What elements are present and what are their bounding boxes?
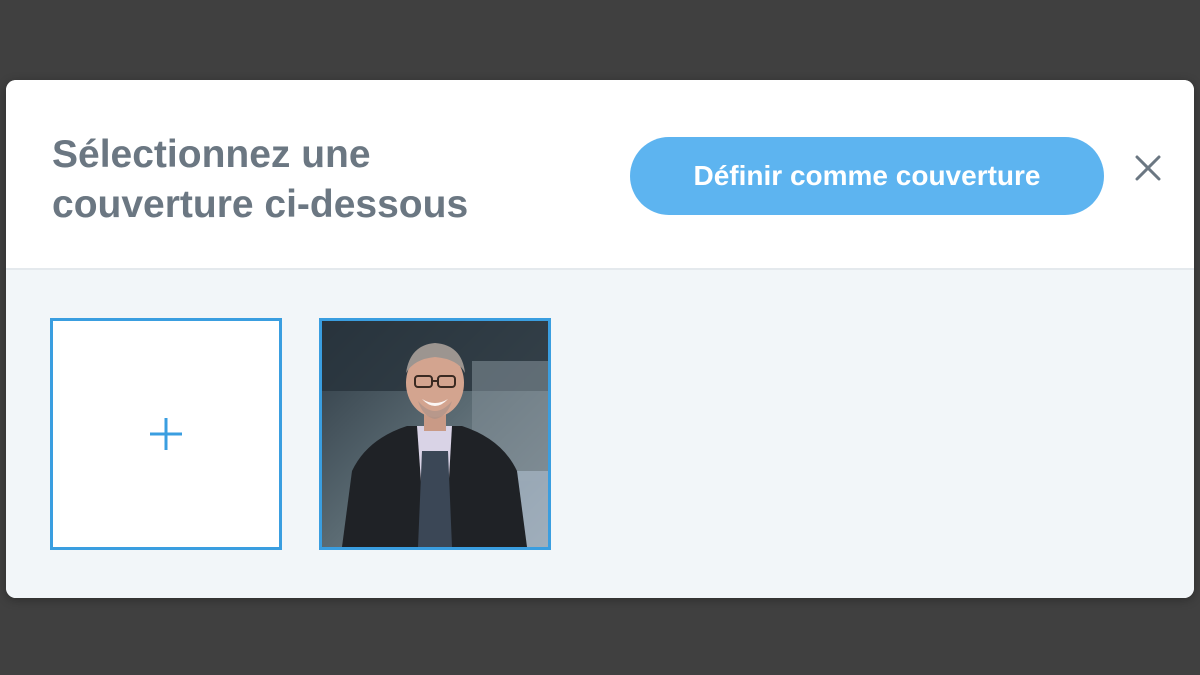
cover-photo-tile[interactable] bbox=[319, 318, 551, 550]
close-button[interactable] bbox=[1128, 148, 1168, 188]
close-icon bbox=[1135, 155, 1161, 181]
modal-backdrop[interactable]: Sélectionnez une couverture ci-dessous D… bbox=[0, 0, 1200, 675]
thumbnail-grid bbox=[6, 270, 1194, 598]
plus-icon bbox=[53, 321, 279, 547]
cover-picker-dialog: Sélectionnez une couverture ci-dessous D… bbox=[6, 80, 1194, 598]
dialog-title-line-1: Sélectionnez une bbox=[52, 133, 371, 176]
portrait-photo bbox=[322, 321, 548, 547]
dialog-title: Sélectionnez une couverture ci-dessous bbox=[52, 130, 572, 230]
add-cover-tile[interactable] bbox=[50, 318, 282, 550]
dialog-header: Sélectionnez une couverture ci-dessous D… bbox=[6, 80, 1194, 270]
dialog-title-line-2: couverture ci-dessous bbox=[52, 183, 469, 226]
set-as-cover-button[interactable]: Définir comme couverture bbox=[630, 137, 1104, 215]
